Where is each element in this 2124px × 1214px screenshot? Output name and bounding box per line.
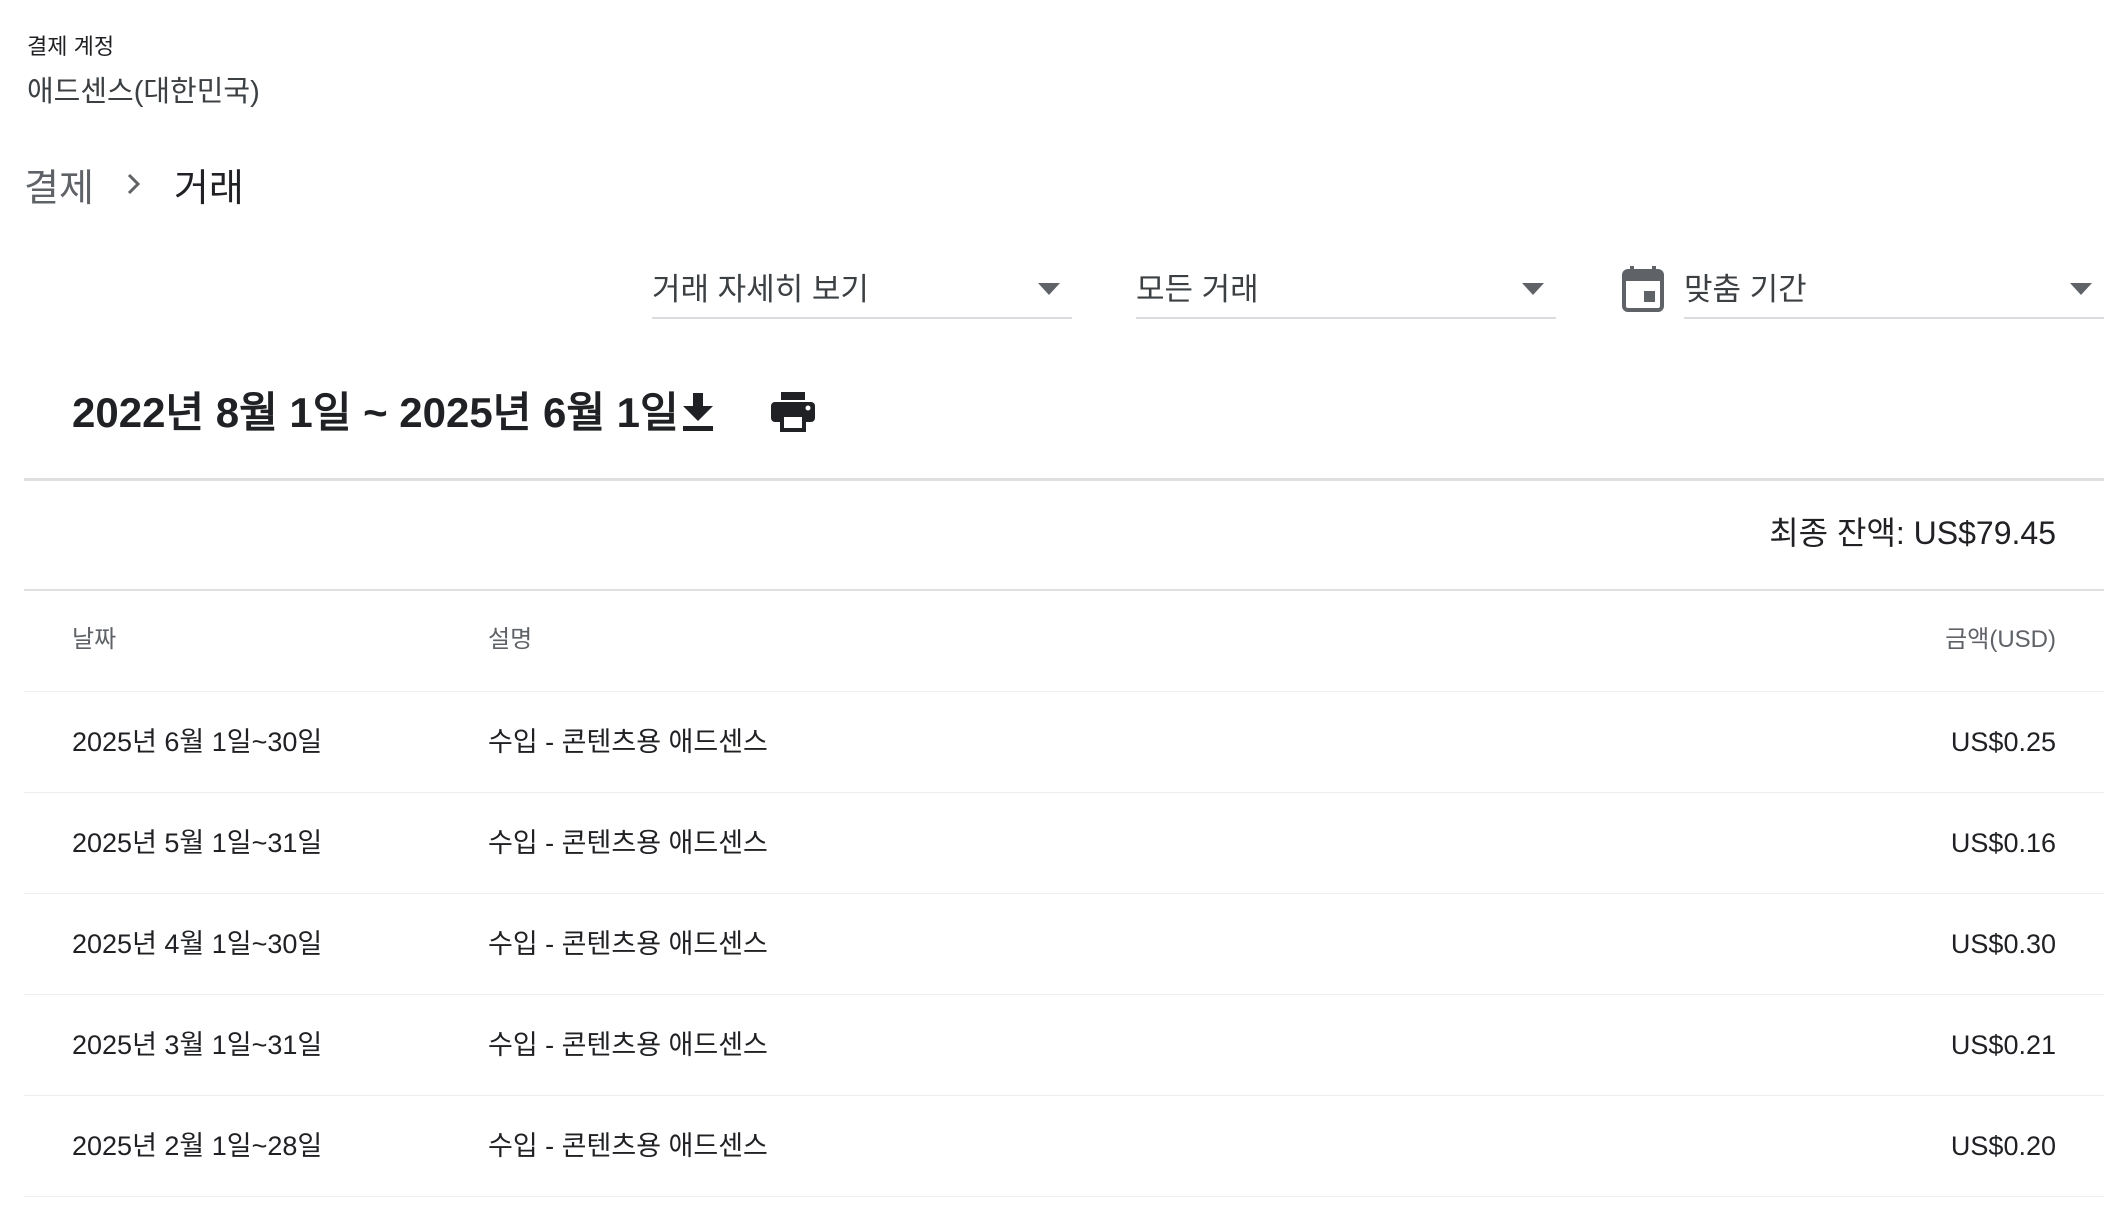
chevron-right-icon bbox=[94, 172, 174, 196]
row-amount: US$0.30 bbox=[1950, 929, 2056, 959]
final-balance: 최종 잔액: US$79.45 bbox=[1769, 515, 2056, 551]
row-description: 수입 - 콘텐츠용 애드센스 bbox=[488, 1131, 768, 1161]
row-description: 수입 - 콘텐츠용 애드센스 bbox=[488, 1030, 768, 1060]
header-description: 설명 bbox=[488, 626, 533, 653]
row-amount: US$0.16 bbox=[1950, 828, 2056, 858]
breadcrumb-current: 거래 bbox=[173, 167, 244, 210]
view-detail-select[interactable]: 거래 자세히 보기 bbox=[652, 262, 1072, 319]
row-date: 2025년 5월 1일~31일 bbox=[72, 828, 323, 858]
calendar-icon bbox=[1621, 266, 1665, 312]
breadcrumb: 결제 거래 bbox=[24, 160, 244, 210]
row-date: 2025년 2월 1일~28일 bbox=[72, 1131, 323, 1161]
transactions-table: 날짜 설명 금액(USD) 2025년 6월 1일~30일 수입 - 콘텐츠용 … bbox=[24, 591, 2104, 1197]
download-button[interactable] bbox=[670, 386, 726, 442]
table-row: 2025년 3월 1일~31일 수입 - 콘텐츠용 애드센스 US$0.21 bbox=[24, 995, 2104, 1096]
transaction-type-select[interactable]: 모든 거래 bbox=[1136, 262, 1556, 319]
row-amount: US$0.20 bbox=[1950, 1131, 2056, 1161]
row-description: 수입 - 콘텐츠용 애드센스 bbox=[488, 727, 768, 757]
download-icon bbox=[681, 392, 715, 436]
date-range-heading: 2022년 8월 1일 ~ 2025년 6월 1일 bbox=[72, 389, 679, 436]
arrow-drop-down-icon bbox=[1522, 282, 1544, 300]
account-name: 애드센스(대한민국) bbox=[27, 76, 260, 108]
arrow-drop-down-icon bbox=[2070, 282, 2092, 300]
account-label: 결제 계정 bbox=[27, 34, 115, 59]
transaction-type-select-value: 모든 거래 bbox=[1136, 272, 1259, 307]
table-row: 2025년 4월 1일~30일 수입 - 콘텐츠용 애드센스 US$0.30 bbox=[24, 894, 2104, 995]
header-date: 날짜 bbox=[72, 626, 117, 653]
arrow-drop-down-icon bbox=[1038, 282, 1060, 300]
row-date: 2025년 4월 1일~30일 bbox=[72, 929, 323, 959]
row-description: 수입 - 콘텐츠용 애드센스 bbox=[488, 929, 768, 959]
table-row: 2025년 6월 1일~30일 수입 - 콘텐츠용 애드센스 US$0.25 bbox=[24, 692, 2104, 793]
row-date: 2025년 3월 1일~31일 bbox=[72, 1030, 323, 1060]
row-date: 2025년 6월 1일~30일 bbox=[72, 727, 323, 757]
header-amount: 금액(USD) bbox=[1945, 626, 2056, 653]
print-button[interactable] bbox=[765, 386, 821, 442]
view-detail-select-value: 거래 자세히 보기 bbox=[652, 272, 869, 307]
table-row: 2025년 2월 1일~28일 수입 - 콘텐츠용 애드센스 US$0.20 bbox=[24, 1096, 2104, 1197]
row-amount: US$0.21 bbox=[1950, 1030, 2056, 1060]
table-row: 2025년 5월 1일~31일 수입 - 콘텐츠용 애드센스 US$0.16 bbox=[24, 793, 2104, 894]
date-range-select[interactable]: 맞춤 기간 bbox=[1684, 262, 2104, 319]
balance-row: 최종 잔액: US$79.45 bbox=[24, 481, 2104, 591]
table-header-row: 날짜 설명 금액(USD) bbox=[24, 591, 2104, 692]
date-range-select-value: 맞춤 기간 bbox=[1684, 272, 1807, 307]
print-icon bbox=[771, 391, 815, 437]
row-amount: US$0.25 bbox=[1950, 727, 2056, 757]
row-description: 수입 - 콘텐츠용 애드센스 bbox=[488, 828, 768, 858]
breadcrumb-parent-link[interactable]: 결제 bbox=[24, 157, 94, 212]
